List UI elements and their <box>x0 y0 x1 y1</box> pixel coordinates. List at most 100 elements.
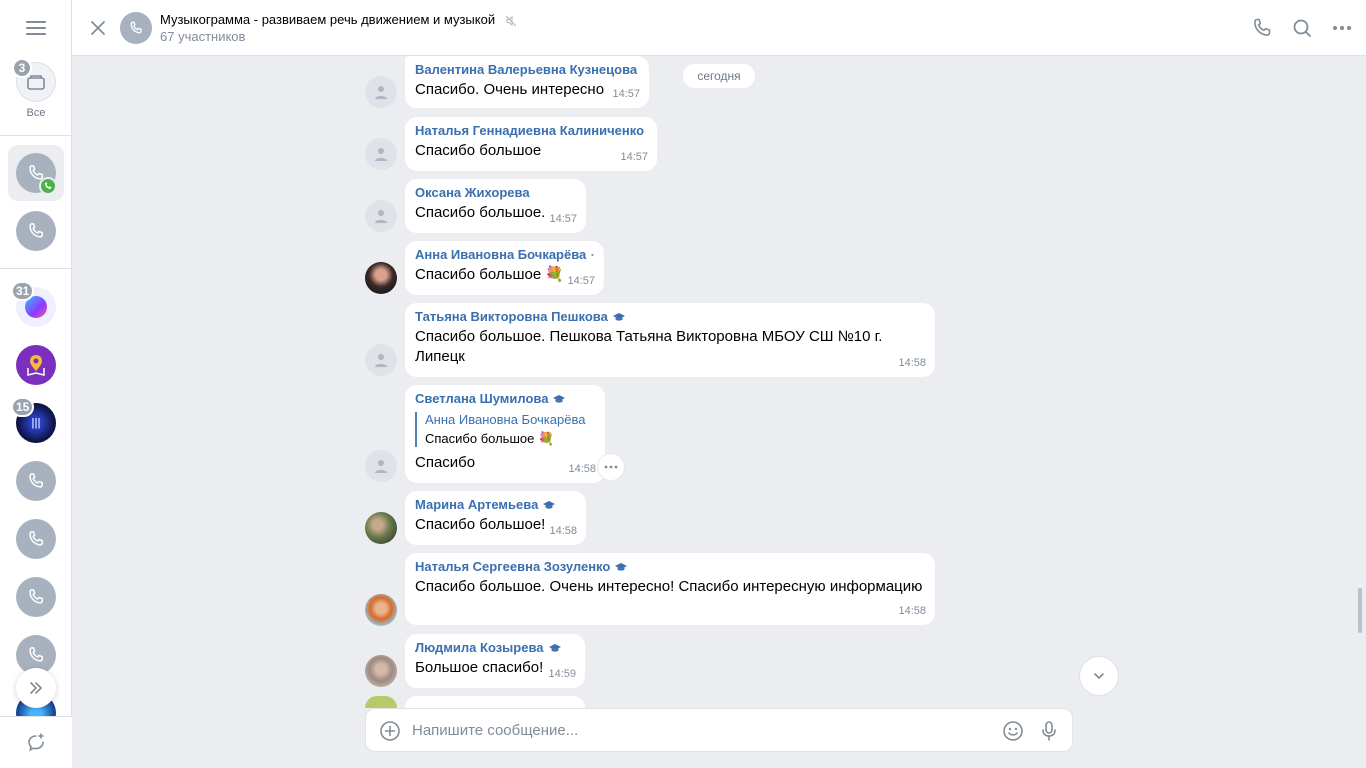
ongoing-call-indicator <box>39 177 57 195</box>
message-bubble[interactable]: Татьяна Викторовна Пешкова Спасибо больш… <box>405 303 935 377</box>
double-chevron-right-icon <box>30 682 42 694</box>
user-placeholder-icon <box>375 460 387 473</box>
message-text: Спасибо. Очень интересно <box>415 81 605 98</box>
avatar[interactable] <box>365 76 397 108</box>
message-time: 14:58 <box>898 357 926 369</box>
date-separator: сегодня <box>683 64 755 88</box>
graduation-cap-icon <box>612 312 625 321</box>
message-author[interactable]: Татьяна Викторовна Пешкова <box>415 309 925 324</box>
message-time: 14:57 <box>612 88 640 100</box>
graduation-cap-icon <box>591 253 594 256</box>
graduation-cap-icon <box>548 643 561 652</box>
avatar[interactable] <box>365 696 397 708</box>
avatar[interactable] <box>365 138 397 170</box>
new-chat-icon[interactable] <box>26 732 46 753</box>
avatar[interactable] <box>365 450 397 482</box>
scroll-to-bottom-button[interactable] <box>1079 656 1119 696</box>
avatar[interactable] <box>365 200 397 232</box>
message-actions-button[interactable] <box>597 453 625 481</box>
message-author[interactable]: Светлана Шумилова <box>415 391 595 406</box>
message-input[interactable] <box>412 719 992 741</box>
phone-icon <box>29 647 43 662</box>
expand-rail-button[interactable] <box>16 668 56 708</box>
muted-icon <box>505 15 517 26</box>
message-bubble[interactable]: Людмила Козырева Большое спасибо! 14:59 <box>405 634 585 688</box>
message-time: 14:59 <box>548 668 576 680</box>
conversation-avatar[interactable] <box>120 12 152 44</box>
message-author[interactable]: Оксана Жихорева <box>415 185 576 200</box>
message-bubble[interactable]: Марина Артемьева Спасибо большое! 14:58 <box>405 491 586 545</box>
message-bubble[interactable]: Оксана Жихорева Спасибо большое. 14:57 <box>405 179 586 233</box>
chat-item-call[interactable] <box>16 461 56 501</box>
chevron-down-icon <box>1094 673 1104 679</box>
message-author[interactable]: Валентина Валерьевна Кузнецова <box>415 62 639 77</box>
graduation-cap-icon <box>553 394 566 403</box>
message-author[interactable]: Наталья Геннадиевна Калиниченко <box>415 123 647 138</box>
menu-icon[interactable] <box>24 18 48 36</box>
user-placeholder-icon <box>375 86 387 99</box>
message-bubble[interactable]: Наталья Сергеевна Зозуленко Спасибо боль… <box>405 553 935 625</box>
attach-icon[interactable] <box>378 719 402 743</box>
folder-badge: 3 <box>12 58 32 78</box>
more-icon[interactable] <box>1330 16 1354 40</box>
chat-item-call[interactable] <box>16 577 56 617</box>
avatar[interactable] <box>365 344 397 376</box>
message-time: 14:57 <box>620 151 648 163</box>
folder-icon <box>27 75 45 90</box>
search-icon[interactable] <box>1290 16 1314 40</box>
message-history: сегодня Валентина Валерьевна Кузнецова С… <box>72 56 1366 768</box>
avatar[interactable] <box>365 594 397 626</box>
message-text: Спасибо большое. Очень интересно! Спасиб… <box>415 578 923 595</box>
close-icon[interactable] <box>86 16 110 40</box>
message-author[interactable]: Наталья Сергеевна Зозуленко <box>415 559 925 574</box>
phone-icon <box>29 473 43 488</box>
user-placeholder-icon <box>375 354 387 367</box>
participants-count[interactable]: 67 участников <box>160 29 245 44</box>
phone-icon <box>29 531 43 546</box>
phone-icon <box>130 21 142 34</box>
message-composer <box>365 708 1073 752</box>
unread-badge: 31 <box>11 281 35 301</box>
message-author[interactable]: Марина Артемьева <box>415 497 576 512</box>
chat-item-call[interactable] <box>16 211 56 251</box>
phone-icon <box>45 182 52 189</box>
scrollbar-thumb[interactable] <box>1358 588 1362 633</box>
message-text: Спасибо большое. Пешкова Татьяна Викторо… <box>415 328 883 365</box>
message-author[interactable]: Людмила Козырева <box>415 640 575 655</box>
message-text: Спасибо большое <box>415 142 542 159</box>
avatar[interactable] <box>365 655 397 687</box>
chat-item-map[interactable] <box>16 345 56 385</box>
microphone-icon[interactable] <box>1037 719 1061 743</box>
more-icon <box>604 465 618 469</box>
chat-item-call[interactable] <box>16 519 56 559</box>
unread-badge: 15 <box>11 397 35 417</box>
reply-author: Анна Ивановна Бочкарёва <box>425 412 586 427</box>
call-icon[interactable] <box>1250 16 1274 40</box>
map-pin-icon <box>27 355 45 376</box>
phone-icon <box>29 589 43 604</box>
user-placeholder-icon <box>375 148 387 161</box>
rail-divider <box>0 135 72 136</box>
message-bubble[interactable]: Наталья Геннадиевна Калиниченко Спасибо … <box>405 117 657 171</box>
graduation-cap-icon <box>615 562 628 571</box>
reply-quote[interactable]: Анна Ивановна Бочкарёва Спасибо большое … <box>415 412 595 447</box>
equalizer-icon: ||| <box>31 417 41 429</box>
phone-icon <box>29 223 43 238</box>
message-author[interactable]: Анна Ивановна Бочкарёва <box>415 247 594 262</box>
message-time: 14:58 <box>568 463 596 475</box>
message-time: 14:58 <box>549 525 577 537</box>
user-placeholder-icon <box>375 210 387 223</box>
conversation-title[interactable]: Музыкограмма - развиваем речь движением … <box>160 12 517 27</box>
message-time: 14:58 <box>898 605 926 617</box>
graduation-cap-icon <box>543 500 556 509</box>
avatar[interactable] <box>365 512 397 544</box>
message-bubble[interactable]: Анна Ивановна Бочкарёва Спасибо большое … <box>405 241 604 295</box>
message-time: 14:57 <box>567 275 595 287</box>
message-bubble[interactable]: Валентина Валерьевна Кузнецова Спасибо. … <box>405 56 649 108</box>
emoji-icon[interactable] <box>1001 719 1025 743</box>
message-bubble[interactable]: Светлана Шумилова Анна Ивановна Бочкарёв… <box>405 385 605 483</box>
new-chat-area <box>0 716 72 768</box>
avatar[interactable] <box>365 262 397 294</box>
folder-label: Все <box>26 107 46 119</box>
rail-divider <box>0 268 72 269</box>
